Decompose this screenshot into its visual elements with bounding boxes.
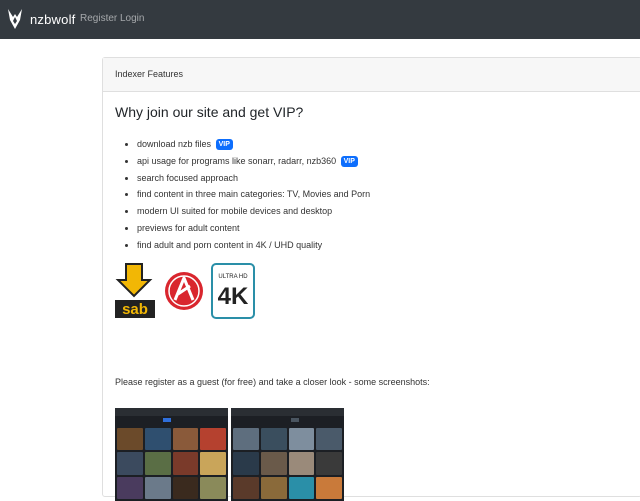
screenshot-gallery: [115, 408, 347, 501]
sabnzbd-logo-icon: sab: [115, 263, 155, 318]
screenshot-search-button: [163, 418, 171, 422]
nav-login-link[interactable]: Login: [120, 13, 144, 24]
list-item: search focused approach: [137, 170, 370, 187]
list-item: download nzb files VIP: [137, 136, 370, 153]
feature-text: download nzb files: [137, 139, 212, 149]
list-item: previews for adult content: [137, 220, 370, 237]
ultra-hd-4k-logo-icon: ULTRA HD 4K: [211, 263, 255, 319]
ultra-hd-text: ULTRA HD: [218, 274, 248, 280]
4k-text: 4K: [218, 283, 249, 310]
feature-list: download nzb files VIP api usage for pro…: [103, 136, 370, 254]
feature-text: find content in three main categories: T…: [137, 189, 371, 200]
vip-badge: VIP: [215, 139, 233, 150]
feature-text: api usage for programs like sonarr, rada…: [137, 155, 337, 166]
screenshot-grid: [233, 428, 342, 499]
screenshot-thumbnail-2[interactable]: [231, 408, 344, 501]
indexer-features-card: Indexer Features Why join our site and g…: [102, 57, 640, 501]
list-item: find adult and porn content in 4K / UHD …: [137, 237, 370, 254]
feature-text: previews for adult content: [137, 222, 240, 233]
list-item: find content in three main categories: T…: [137, 186, 370, 203]
screenshot-grid: [117, 428, 226, 499]
list-item: modern UI suited for mobile devices and …: [137, 203, 370, 220]
screenshot-topbar: [115, 408, 228, 416]
brand[interactable]: nzbwolf: [6, 8, 75, 30]
kodi-style-logo-icon: [165, 272, 203, 310]
screenshot-topbar: [231, 408, 344, 416]
feature-text: modern UI suited for mobile devices and …: [137, 206, 333, 217]
screenshot-search-button: [291, 418, 299, 422]
feature-text: search focused approach: [137, 172, 239, 183]
page-title: Why join our site and get VIP?: [115, 104, 304, 120]
nav-register-link[interactable]: Register: [80, 13, 117, 24]
top-navbar: nzbwolf Register Login: [0, 0, 640, 39]
register-prompt: Please register as a guest (for free) an…: [115, 377, 430, 387]
screenshot-thumbnail-1[interactable]: [115, 408, 228, 501]
feature-text: find adult and porn content in 4K / UHD …: [137, 239, 323, 250]
integration-logos: sab ULTRA HD 4K: [112, 262, 261, 320]
vip-badge: VIP: [340, 155, 358, 167]
list-item: api usage for programs like sonarr, rada…: [137, 153, 370, 170]
wolf-logo-icon: [8, 9, 22, 29]
brand-name: nzbwolf: [30, 11, 76, 27]
sab-logo-text: sab: [122, 301, 148, 318]
card-header: Indexer Features: [103, 58, 640, 92]
